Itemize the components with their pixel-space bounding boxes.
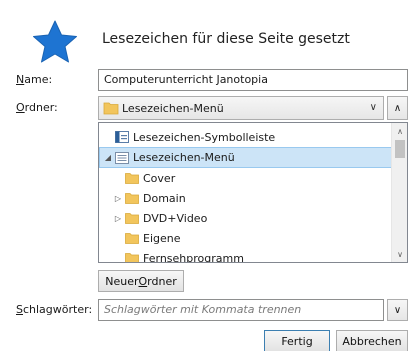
tree-item-domain[interactable]: ▷ Domain bbox=[99, 188, 392, 208]
cancel-button[interactable]: Abbrechen bbox=[336, 330, 408, 351]
tags-label: Schlagwörter: bbox=[16, 303, 93, 316]
chevron-down-icon: ∨ bbox=[393, 304, 402, 316]
collapsed-arrow-icon[interactable]: ▷ bbox=[113, 194, 123, 203]
folder-icon bbox=[125, 232, 139, 244]
collapsed-arrow-icon[interactable]: ▷ bbox=[113, 214, 123, 223]
collapse-folder-tree-button[interactable]: ∧ bbox=[387, 96, 408, 120]
scroll-up-icon[interactable]: ∧ bbox=[392, 123, 407, 139]
tree-item-cover[interactable]: Cover bbox=[99, 168, 392, 188]
tree-item-fernsehprogramm[interactable]: Fernsehprogramm bbox=[99, 248, 392, 263]
folder-icon bbox=[103, 101, 119, 115]
tree-item-label: Lesezeichen-Symbolleiste bbox=[133, 130, 276, 144]
toolbar-icon bbox=[115, 131, 129, 143]
folder-icon bbox=[125, 252, 139, 262]
tree-item-label: Fernsehprogramm bbox=[143, 251, 244, 263]
done-button[interactable]: Fertig bbox=[264, 330, 330, 351]
tree-item-label: Cover bbox=[143, 171, 176, 185]
folder-tree[interactable]: Lesezeichen-Symbolleiste ◢ Lesezeichen-M… bbox=[98, 122, 408, 263]
tree-item-eigene[interactable]: Eigene bbox=[99, 228, 392, 248]
chevron-down-icon: ∨ bbox=[369, 102, 377, 113]
new-folder-button[interactable]: Neuer Ordner bbox=[98, 270, 184, 292]
scrollbar-thumb[interactable] bbox=[395, 140, 405, 158]
folder-select-value: Lesezeichen-Menü bbox=[122, 101, 224, 115]
folder-select[interactable]: Lesezeichen-Menü ∨ bbox=[98, 96, 384, 120]
tree-item-label: Lesezeichen-Menü bbox=[133, 151, 235, 164]
tree-item-bookmarks-menu[interactable]: ◢ Lesezeichen-Menü bbox=[99, 147, 392, 168]
folder-icon bbox=[125, 192, 139, 204]
tree-item-label: Domain bbox=[143, 191, 186, 205]
tree-item-bookmarks-toolbar[interactable]: Lesezeichen-Symbolleiste bbox=[99, 127, 392, 147]
name-label: Name: bbox=[16, 73, 53, 86]
folder-icon bbox=[125, 172, 139, 184]
bookmark-star-icon bbox=[32, 20, 78, 64]
folder-icon bbox=[125, 212, 139, 224]
dialog-title: Lesezeichen für diese Seite gesetzt bbox=[102, 31, 350, 47]
folder-label: Ordner: bbox=[16, 101, 58, 114]
tags-input[interactable]: Schlagwörter mit Kommata trennen bbox=[98, 299, 384, 321]
expanded-arrow-icon[interactable]: ◢ bbox=[103, 153, 113, 162]
tree-item-label: DVD+Video bbox=[143, 211, 208, 225]
scroll-down-icon[interactable]: ∨ bbox=[392, 246, 407, 262]
tree-scrollbar[interactable]: ∧ ∨ bbox=[391, 123, 407, 262]
tags-dropdown-button[interactable]: ∨ bbox=[387, 299, 408, 321]
tree-item-label: Eigene bbox=[143, 231, 181, 245]
name-field[interactable]: Computerunterricht Janotopia bbox=[98, 69, 408, 91]
menu-icon bbox=[115, 151, 129, 164]
tree-item-dvd-video[interactable]: ▷ DVD+Video bbox=[99, 208, 392, 228]
chevron-up-icon: ∧ bbox=[393, 102, 402, 114]
